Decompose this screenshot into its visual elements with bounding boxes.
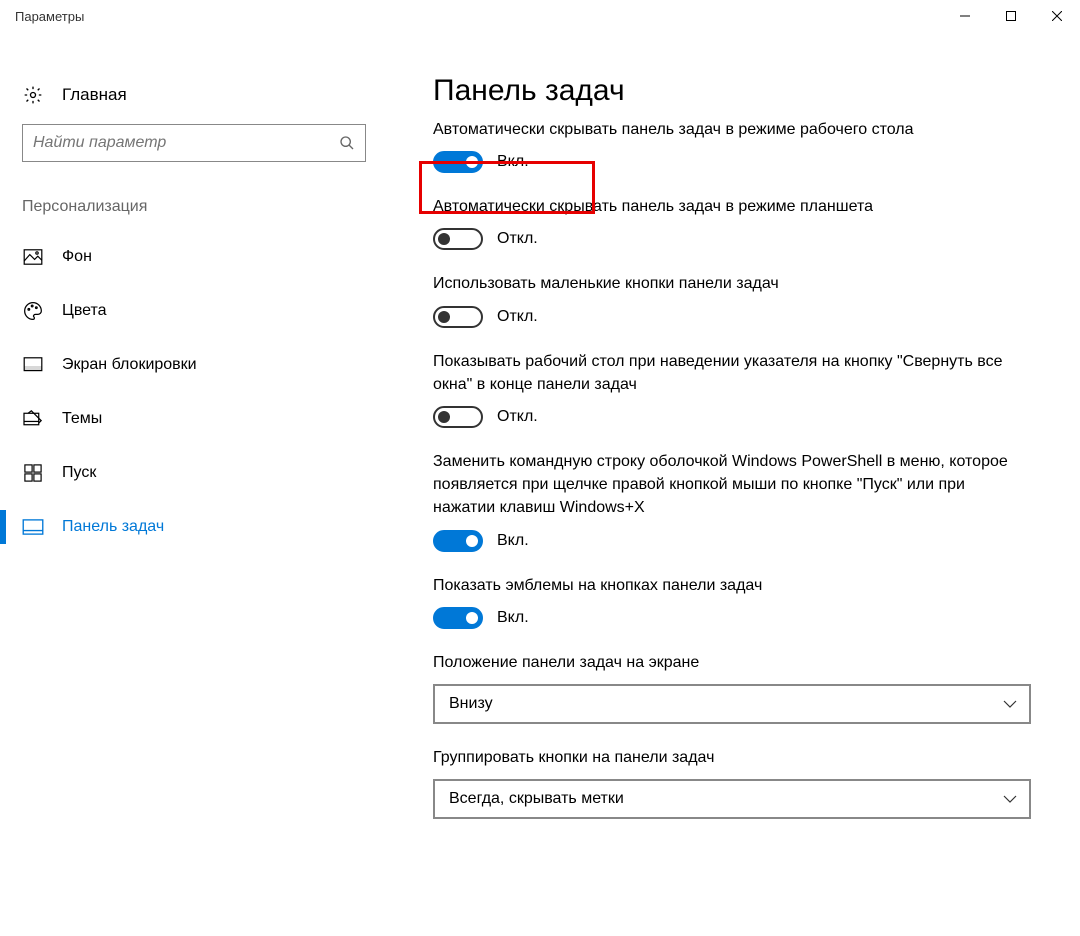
lockscreen-icon [22, 354, 44, 376]
chevron-down-icon [1003, 700, 1017, 708]
close-button[interactable] [1034, 0, 1080, 32]
sidebar-item-colors[interactable]: Цвета [0, 284, 385, 338]
window-title: Параметры [15, 9, 84, 24]
picture-icon [22, 246, 44, 268]
toggle-peek-desktop[interactable] [433, 406, 483, 428]
toggle-state: Вкл. [497, 532, 529, 550]
start-icon [22, 462, 44, 484]
themes-icon [22, 408, 44, 430]
toggle-state: Вкл. [497, 153, 529, 171]
setting-label: Автоматически скрывать панель задач в ре… [433, 195, 1031, 218]
toggle-autohide-tablet[interactable] [433, 228, 483, 250]
toggle-state: Вкл. [497, 609, 529, 627]
titlebar: Параметры [0, 0, 1080, 32]
sidebar-item-background[interactable]: Фон [0, 230, 385, 284]
sidebar-item-lockscreen[interactable]: Экран блокировки [0, 338, 385, 392]
dropdown-label: Положение панели задач на экране [433, 651, 1031, 674]
minimize-button[interactable] [942, 0, 988, 32]
setting-label: Показывать рабочий стол при наведении ук… [433, 350, 1031, 396]
setting-label: Заменить командную строку оболочкой Wind… [433, 450, 1031, 520]
setting-label: Использовать маленькие кнопки панели зад… [433, 272, 1031, 295]
sidebar-item-label: Экран блокировки [62, 356, 197, 374]
dropdown-taskbar-location[interactable]: Внизу [433, 684, 1031, 724]
toggle-autohide-desktop[interactable] [433, 151, 483, 173]
main-content: Панель задач Автоматически скрывать пане… [385, 32, 1080, 936]
chevron-down-icon [1003, 795, 1017, 803]
sidebar: Главная Персонализация Фон [0, 32, 385, 936]
search-box[interactable] [22, 124, 366, 162]
page-title: Панель задач [433, 74, 1031, 108]
dropdown-combine-buttons[interactable]: Всегда, скрывать метки [433, 779, 1031, 819]
toggle-small-buttons[interactable] [433, 306, 483, 328]
toggle-state: Откл. [497, 308, 538, 326]
sidebar-item-label: Фон [62, 248, 92, 266]
setting-label: Автоматически скрывать панель задач в ре… [433, 118, 1031, 141]
dropdown-label: Группировать кнопки на панели задач [433, 746, 1031, 769]
sidebar-item-label: Темы [62, 410, 102, 428]
gear-icon [22, 84, 44, 106]
taskbar-icon [22, 516, 44, 538]
dropdown-value: Всегда, скрывать метки [449, 790, 624, 808]
toggle-state: Откл. [497, 408, 538, 426]
sidebar-item-label: Пуск [62, 464, 96, 482]
home-nav[interactable]: Главная [0, 74, 385, 116]
dropdown-value: Внизу [449, 695, 493, 713]
maximize-button[interactable] [988, 0, 1034, 32]
search-input[interactable] [33, 134, 339, 152]
toggle-powershell[interactable] [433, 530, 483, 552]
toggle-state: Откл. [497, 230, 538, 248]
search-icon [339, 135, 355, 151]
toggle-badges[interactable] [433, 607, 483, 629]
section-label: Персонализация [0, 170, 385, 230]
palette-icon [22, 300, 44, 322]
sidebar-item-taskbar[interactable]: Панель задач [0, 500, 385, 554]
sidebar-item-start[interactable]: Пуск [0, 446, 385, 500]
window-controls [942, 0, 1080, 32]
sidebar-item-label: Цвета [62, 302, 107, 320]
sidebar-item-themes[interactable]: Темы [0, 392, 385, 446]
setting-label: Показать эмблемы на кнопках панели задач [433, 574, 1031, 597]
home-label: Главная [62, 85, 127, 105]
sidebar-item-label: Панель задач [62, 518, 164, 536]
